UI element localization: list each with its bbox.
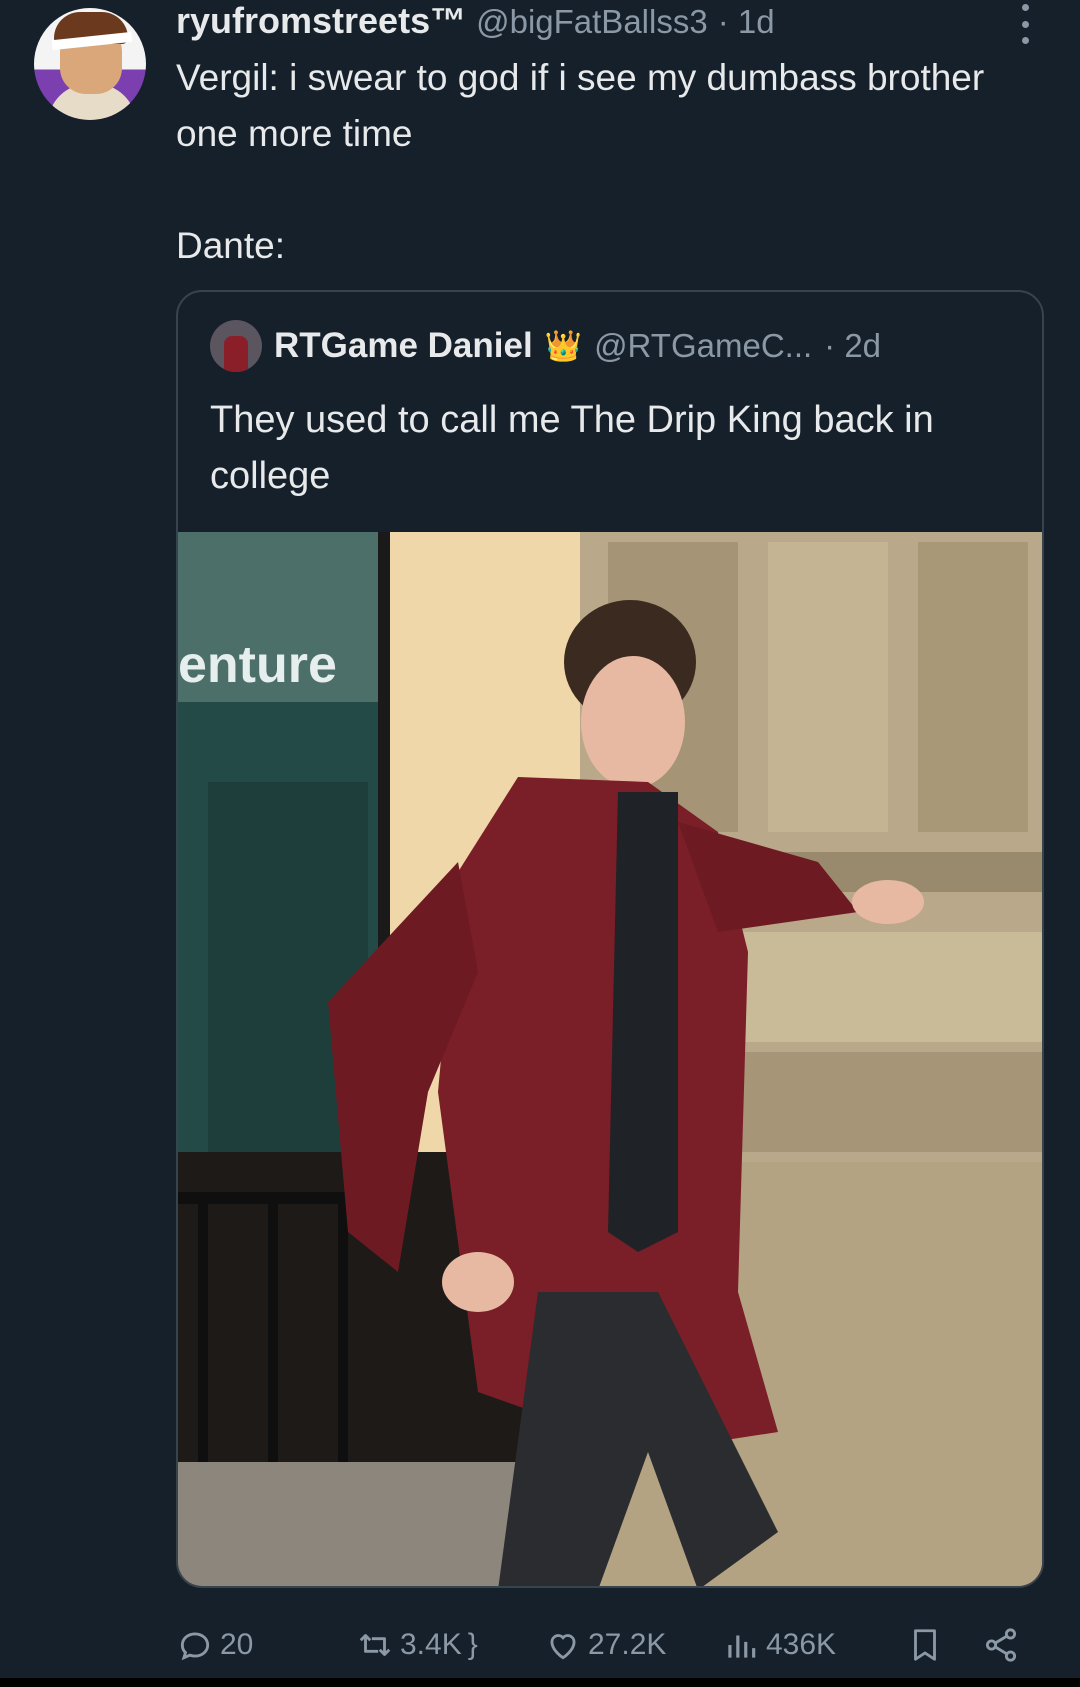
tweet-text-line2: Dante: (176, 225, 286, 266)
repost-count: 3.4K (400, 1628, 462, 1661)
views-count: 436K (766, 1628, 837, 1661)
tweet-timestamp[interactable]: · 1d (718, 3, 775, 41)
views-button[interactable]: 436K (722, 1626, 836, 1664)
photo-illustration: enture (178, 532, 1042, 1586)
quoted-photo[interactable]: enture (178, 532, 1042, 1586)
like-count: 27.2K (588, 1628, 667, 1661)
tweet-text: Vergil: i swear to god if i see my dumba… (176, 57, 985, 154)
like-button[interactable]: 27.2K (544, 1626, 666, 1664)
bookmark-icon (914, 1629, 936, 1661)
share-button[interactable] (982, 1626, 1020, 1664)
quoted-handle[interactable]: @RTGameC... (594, 327, 812, 365)
share-icon (985, 1628, 1017, 1662)
person-hand-left (442, 1252, 514, 1312)
bottom-edge (0, 1678, 1080, 1687)
crown-icon: 👑 (544, 329, 583, 363)
quoted-tweet[interactable]: RTGame Daniel 👑 @RTGameC... · 2d They us… (176, 290, 1044, 1588)
reply-icon (180, 1632, 210, 1661)
repost-icon (359, 1634, 391, 1656)
black-shirt (608, 792, 678, 1252)
author-avatar[interactable] (34, 8, 146, 120)
action-bar: 20 3.4K } 27.2K 436K (176, 1626, 1036, 1666)
quoted-text: They used to call me The Drip King back … (210, 399, 934, 497)
quoted-header: RTGame Daniel 👑 @RTGameC... · 2d (210, 320, 881, 372)
reply-count: 20 (220, 1628, 254, 1661)
quoted-display-name[interactable]: RTGame Daniel (274, 326, 533, 366)
bookmark-button[interactable] (906, 1626, 944, 1664)
author-display-name[interactable]: ryufromstreets™ (176, 0, 466, 42)
more-options-icon[interactable] (1014, 4, 1036, 44)
quoted-timestamp[interactable]: · 2d (824, 327, 881, 365)
stone-panel-2 (768, 542, 888, 832)
person-face (581, 656, 685, 788)
window-sign-text: enture (178, 636, 337, 694)
author-handle[interactable]: @bigFatBallss3 (476, 3, 708, 41)
repost-button[interactable]: 3.4K } (356, 1626, 478, 1664)
heart-icon (550, 1634, 576, 1660)
reply-button[interactable]: 20 (176, 1626, 253, 1664)
tweet-header: ryufromstreets™ @bigFatBallss3 · 1d (176, 0, 775, 44)
quoted-avatar[interactable] (210, 320, 262, 372)
views-icon (728, 1635, 756, 1658)
person-hand-right (852, 880, 924, 924)
stone-panel-3 (918, 542, 1028, 832)
